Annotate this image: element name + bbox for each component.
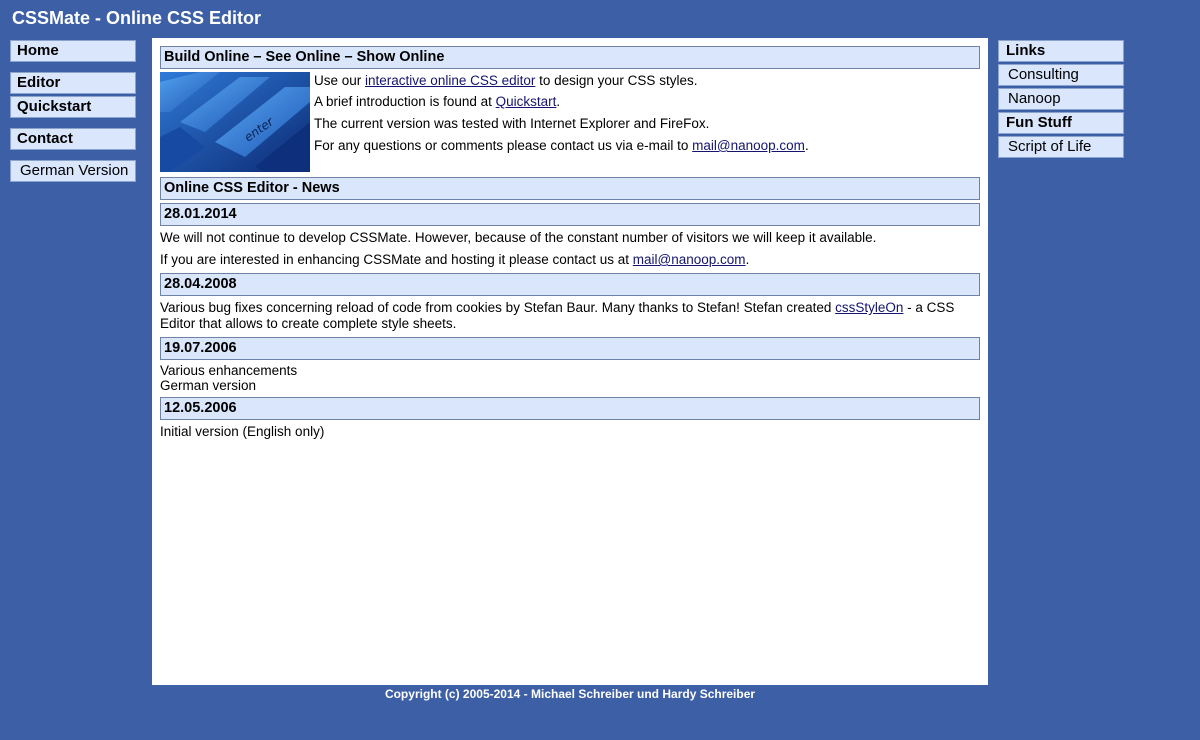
intro-line-3: The current version was tested with Inte…: [314, 116, 710, 131]
intro-heading: Build Online – See Online – Show Online: [160, 46, 980, 69]
news-2-text: Various bug fixes concerning reload of c…: [160, 300, 955, 331]
nav-quickstart[interactable]: Quickstart: [10, 96, 136, 118]
nav-home[interactable]: Home: [10, 40, 136, 62]
news-date-2: 28.04.2008: [160, 273, 980, 296]
enter-key-keyboard-image: enter: [160, 72, 310, 172]
fun-stuff-heading: Fun Stuff: [998, 112, 1124, 134]
news-1-line-1: We will not continue to develop CSSMate.…: [160, 230, 877, 245]
link-nanoop[interactable]: Nanoop: [998, 88, 1124, 110]
quickstart-link[interactable]: Quickstart: [496, 94, 557, 109]
site-title: CSSMate - Online CSS Editor: [12, 8, 262, 28]
news-date-1: 28.01.2014: [160, 203, 980, 226]
news-1-line-2: If you are interested in enhancing CSSMa…: [160, 252, 750, 267]
link-script-of-life[interactable]: Script of Life: [998, 136, 1124, 158]
online-css-editor-link[interactable]: interactive online CSS editor: [365, 73, 535, 88]
news-heading: Online CSS Editor - News: [160, 177, 980, 200]
footer-copyright: Copyright (c) 2005-2014 - Michael Schrei…: [384, 687, 756, 701]
keyboard-graphic: enter: [160, 72, 310, 172]
news-3-line-2: German version: [160, 378, 257, 393]
email-link[interactable]: mail@nanoop.com: [692, 138, 805, 153]
nav-german-version[interactable]: German Version: [10, 160, 136, 182]
nav-editor[interactable]: Editor: [10, 72, 136, 94]
news-date-4: 12.05.2006: [160, 397, 980, 420]
news-3-line-1: Various enhancements: [160, 363, 298, 378]
news-4-line-1: Initial version (English only): [160, 424, 325, 439]
nav-contact[interactable]: Contact: [10, 128, 136, 150]
cssstyleon-link[interactable]: cssStyleOn: [835, 300, 903, 315]
links-heading: Links: [998, 40, 1124, 62]
news-date-3: 19.07.2006: [160, 337, 980, 360]
intro-line-4: For any questions or comments please con…: [314, 138, 809, 153]
link-consulting[interactable]: Consulting: [998, 64, 1124, 86]
intro-line-1: Use our interactive online CSS editor to…: [314, 73, 698, 88]
intro-line-2: A brief introduction is found at Quickst…: [314, 94, 561, 109]
email-link-news[interactable]: mail@nanoop.com: [633, 252, 746, 267]
main-content: Build Online – See Online – Show Online …: [152, 38, 988, 685]
